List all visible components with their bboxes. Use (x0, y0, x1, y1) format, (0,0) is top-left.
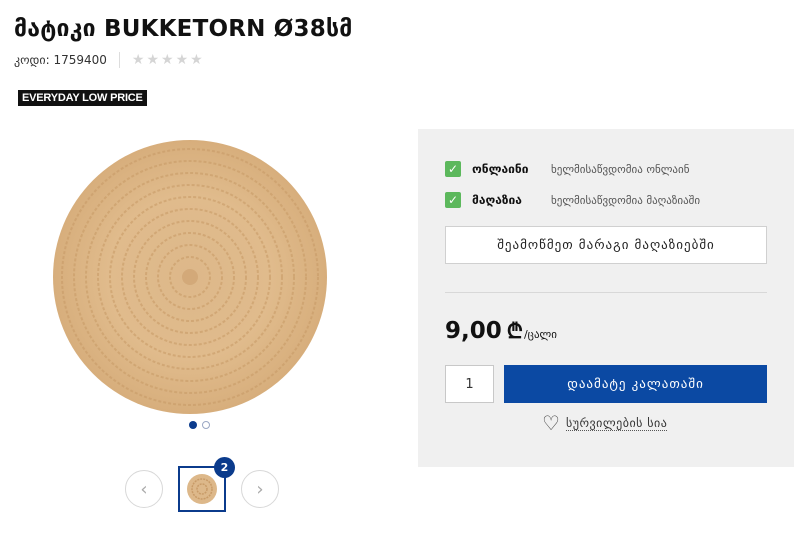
availability-label: მაღაზია (472, 193, 522, 207)
availability-status: ხელმისაწვდომია ონლაინ (551, 162, 690, 176)
rating-stars[interactable]: ★ ★ ★ ★ ★ (132, 53, 203, 67)
meta-divider (118, 52, 120, 68)
currency-symbol: ₾ (506, 319, 523, 343)
everyday-low-price-badge: EVERYDAY LOW PRICE (18, 90, 147, 106)
price-unit: /ცალი (523, 328, 557, 341)
heart-icon: ♡ (542, 411, 560, 435)
divider (445, 292, 767, 293)
wishlist-label: სურვილების სია (565, 415, 668, 431)
star-icon: ★ (146, 52, 160, 68)
quantity-input[interactable] (445, 365, 494, 403)
checkmark-icon: ✓ (445, 161, 461, 177)
star-icon: ★ (161, 52, 174, 68)
wishlist-link[interactable]: ♡ სურვილების სია (542, 411, 668, 435)
gallery-dot-active[interactable] (189, 421, 197, 429)
availability-label: ონლაინი (472, 162, 529, 176)
purchase-panel: ✓ ონლაინი ხელმისაწვდომია ონლაინ ✓ მაღაზი… (418, 129, 794, 467)
gallery-next-button[interactable]: › (241, 470, 279, 508)
gallery-prev-button[interactable]: ‹ (125, 470, 163, 508)
chevron-left-icon: ‹ (140, 478, 148, 500)
product-image[interactable] (52, 139, 328, 415)
gallery-dots (189, 421, 210, 429)
availability-store: ✓ მაღაზია ხელმისაწვდომია მაღაზიაში (445, 192, 700, 208)
checkmark-icon: ✓ (445, 192, 461, 208)
price: 9,00 ₾ /ცალი (445, 317, 557, 345)
add-to-cart-button[interactable]: დაამატე კალათაში (504, 365, 767, 403)
star-icon: ★ (131, 52, 145, 68)
availability-status: ხელმისაწვდომია მაღაზიაში (551, 193, 701, 207)
star-icon: ★ (175, 52, 189, 68)
product-title: მატიკი BUKKETORN Ø38სმ (14, 16, 353, 42)
star-icon: ★ (190, 52, 203, 68)
product-code: კოდი: 1759400 (14, 53, 107, 67)
image-count-badge: 2 (214, 457, 235, 478)
price-amount: 9,00 (445, 318, 502, 344)
chevron-right-icon: › (256, 478, 264, 500)
check-stock-button[interactable]: შეამოწმეთ მარაგი მაღაზიებში (445, 226, 767, 264)
gallery-dot[interactable] (202, 421, 210, 429)
availability-online: ✓ ონლაინი ხელმისაწვდომია ონლაინ (445, 161, 689, 177)
product-meta: კოდი: 1759400 ★ ★ ★ ★ ★ (14, 52, 203, 68)
